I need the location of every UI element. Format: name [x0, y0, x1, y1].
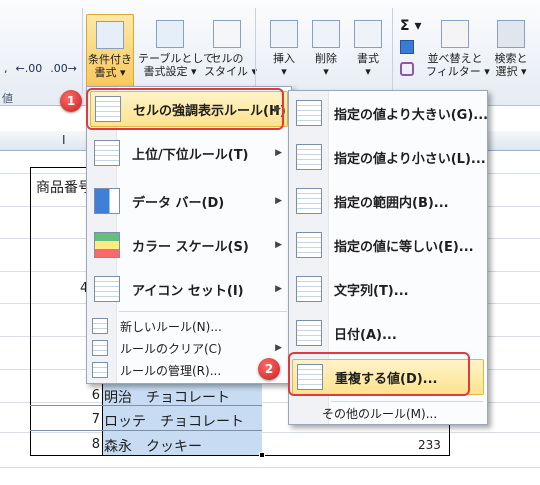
product-name-cell[interactable]: 明治 チョコレート [104, 387, 230, 407]
step-badge-2: 2 [258, 358, 280, 380]
menu-separator [119, 311, 287, 312]
number-group-label: 値 [2, 92, 13, 105]
greater-than-item[interactable]: 指定の値より大きい(G)... [292, 95, 488, 131]
date-occurring-item[interactable]: 日付(A)... [292, 315, 484, 351]
callout-duplicate-values [288, 352, 470, 396]
new-rule-icon [92, 318, 108, 334]
grid-line [30, 430, 262, 431]
insert-button[interactable]: 挿入 ▾ [262, 14, 306, 90]
greater-than-icon [296, 100, 322, 126]
color-scales-icon [94, 232, 120, 258]
delete-button[interactable]: 削除 ▾ [304, 14, 348, 90]
fill-icon[interactable] [400, 40, 414, 54]
comma-style-button[interactable]: , [4, 62, 8, 75]
grid-line [0, 467, 540, 468]
date-occurring-icon [296, 320, 322, 346]
conditional-formatting-button[interactable]: 条件付き 書式 ▾ [86, 14, 134, 90]
ribbon-separator [392, 8, 393, 94]
decrease-decimal-button[interactable]: .00→ [50, 62, 77, 75]
row-number-cell[interactable]: 8 [88, 437, 100, 452]
autosum-button[interactable]: Σ ▾ [400, 18, 421, 34]
top-bottom-rules-item[interactable]: 上位/下位ルール(T) ▶ [90, 135, 288, 171]
format-cells-icon [354, 20, 382, 48]
conditional-formatting-label: 書式 ▾ [94, 66, 126, 79]
product-name-cell[interactable]: ロッテ チョコレート [104, 411, 244, 431]
more-rules-item[interactable]: その他のルール(M)... [292, 402, 484, 424]
ribbon-separator [82, 8, 83, 94]
column-letter: I [62, 133, 66, 147]
data-bars-item[interactable]: データ バー(D) ▶ [90, 183, 288, 219]
clear-rules-icon [92, 340, 108, 356]
color-scales-item[interactable]: カラー スケール(S) ▶ [90, 227, 288, 263]
less-than-item[interactable]: 指定の値より小さい(L)... [292, 139, 486, 175]
increase-decimal-button[interactable]: ←.00 [16, 62, 43, 75]
equal-to-icon [296, 232, 322, 258]
equal-to-item[interactable]: 指定の値に等しい(E)... [292, 227, 484, 263]
product-name-cell[interactable]: 森永 クッキー [104, 436, 202, 456]
data-bars-icon [94, 188, 120, 214]
number-format-buttons: , ←.00 .00→ [4, 62, 84, 75]
value-cell[interactable]: 233 [418, 438, 441, 452]
delete-cells-icon [312, 20, 340, 48]
ribbon-separator [255, 8, 256, 94]
binoculars-icon [497, 20, 525, 48]
header-cell-product-number[interactable]: 商品番号 [36, 177, 92, 197]
grid-line [30, 405, 262, 406]
callout-highlight-rules [86, 88, 284, 130]
submenu-arrow-icon: ▶ [275, 148, 282, 158]
submenu-arrow-icon: ▶ [275, 343, 282, 353]
icon-sets-icon [94, 276, 120, 302]
sort-filter-icon [441, 20, 469, 48]
less-than-icon [296, 144, 322, 170]
clear-icon[interactable] [400, 62, 414, 76]
fill-handle[interactable] [259, 452, 265, 458]
submenu-arrow-icon: ▶ [275, 240, 282, 250]
submenu-arrow-icon: ▶ [275, 284, 282, 294]
row-number-cell[interactable]: 6 [88, 388, 100, 403]
clear-rules-item[interactable]: ルールのクリア(C) ▶ [90, 337, 288, 359]
step-badge-1: 1 [60, 90, 82, 112]
manage-rules-icon [92, 362, 108, 378]
icon-sets-item[interactable]: アイコン セット(I) ▶ [90, 271, 288, 307]
sort-filter-button[interactable]: 並べ替えと フィルター ▾ [426, 14, 490, 90]
new-rule-item[interactable]: 新しいルール(N)... [90, 315, 288, 337]
format-button[interactable]: 書式 ▾ [346, 14, 390, 90]
text-contains-icon [296, 276, 322, 302]
insert-cells-icon [270, 20, 298, 48]
text-contains-item[interactable]: 文字列(T)... [292, 271, 484, 307]
format-as-table-icon [156, 20, 184, 48]
row-number-cell[interactable]: 7 [88, 412, 100, 427]
conditional-formatting-menu: セルの強調表示ルール(H) ▶ 上位/下位ルール(T) ▶ データ バー(D) … [86, 86, 292, 384]
submenu-arrow-icon: ▶ [275, 196, 282, 206]
between-item[interactable]: 指定の範囲内(B)... [292, 183, 484, 219]
find-select-button[interactable]: 検索と 選択 ▾ [488, 14, 534, 90]
format-as-table-button[interactable]: テーブルとして 書式設定 ▾ [138, 14, 214, 90]
conditional-formatting-icon [96, 21, 124, 49]
cell-styles-button[interactable]: セルの スタイル ▾ [204, 14, 257, 90]
between-icon [296, 188, 322, 214]
cell-styles-icon [213, 20, 241, 48]
top-bottom-rules-icon [94, 140, 120, 166]
